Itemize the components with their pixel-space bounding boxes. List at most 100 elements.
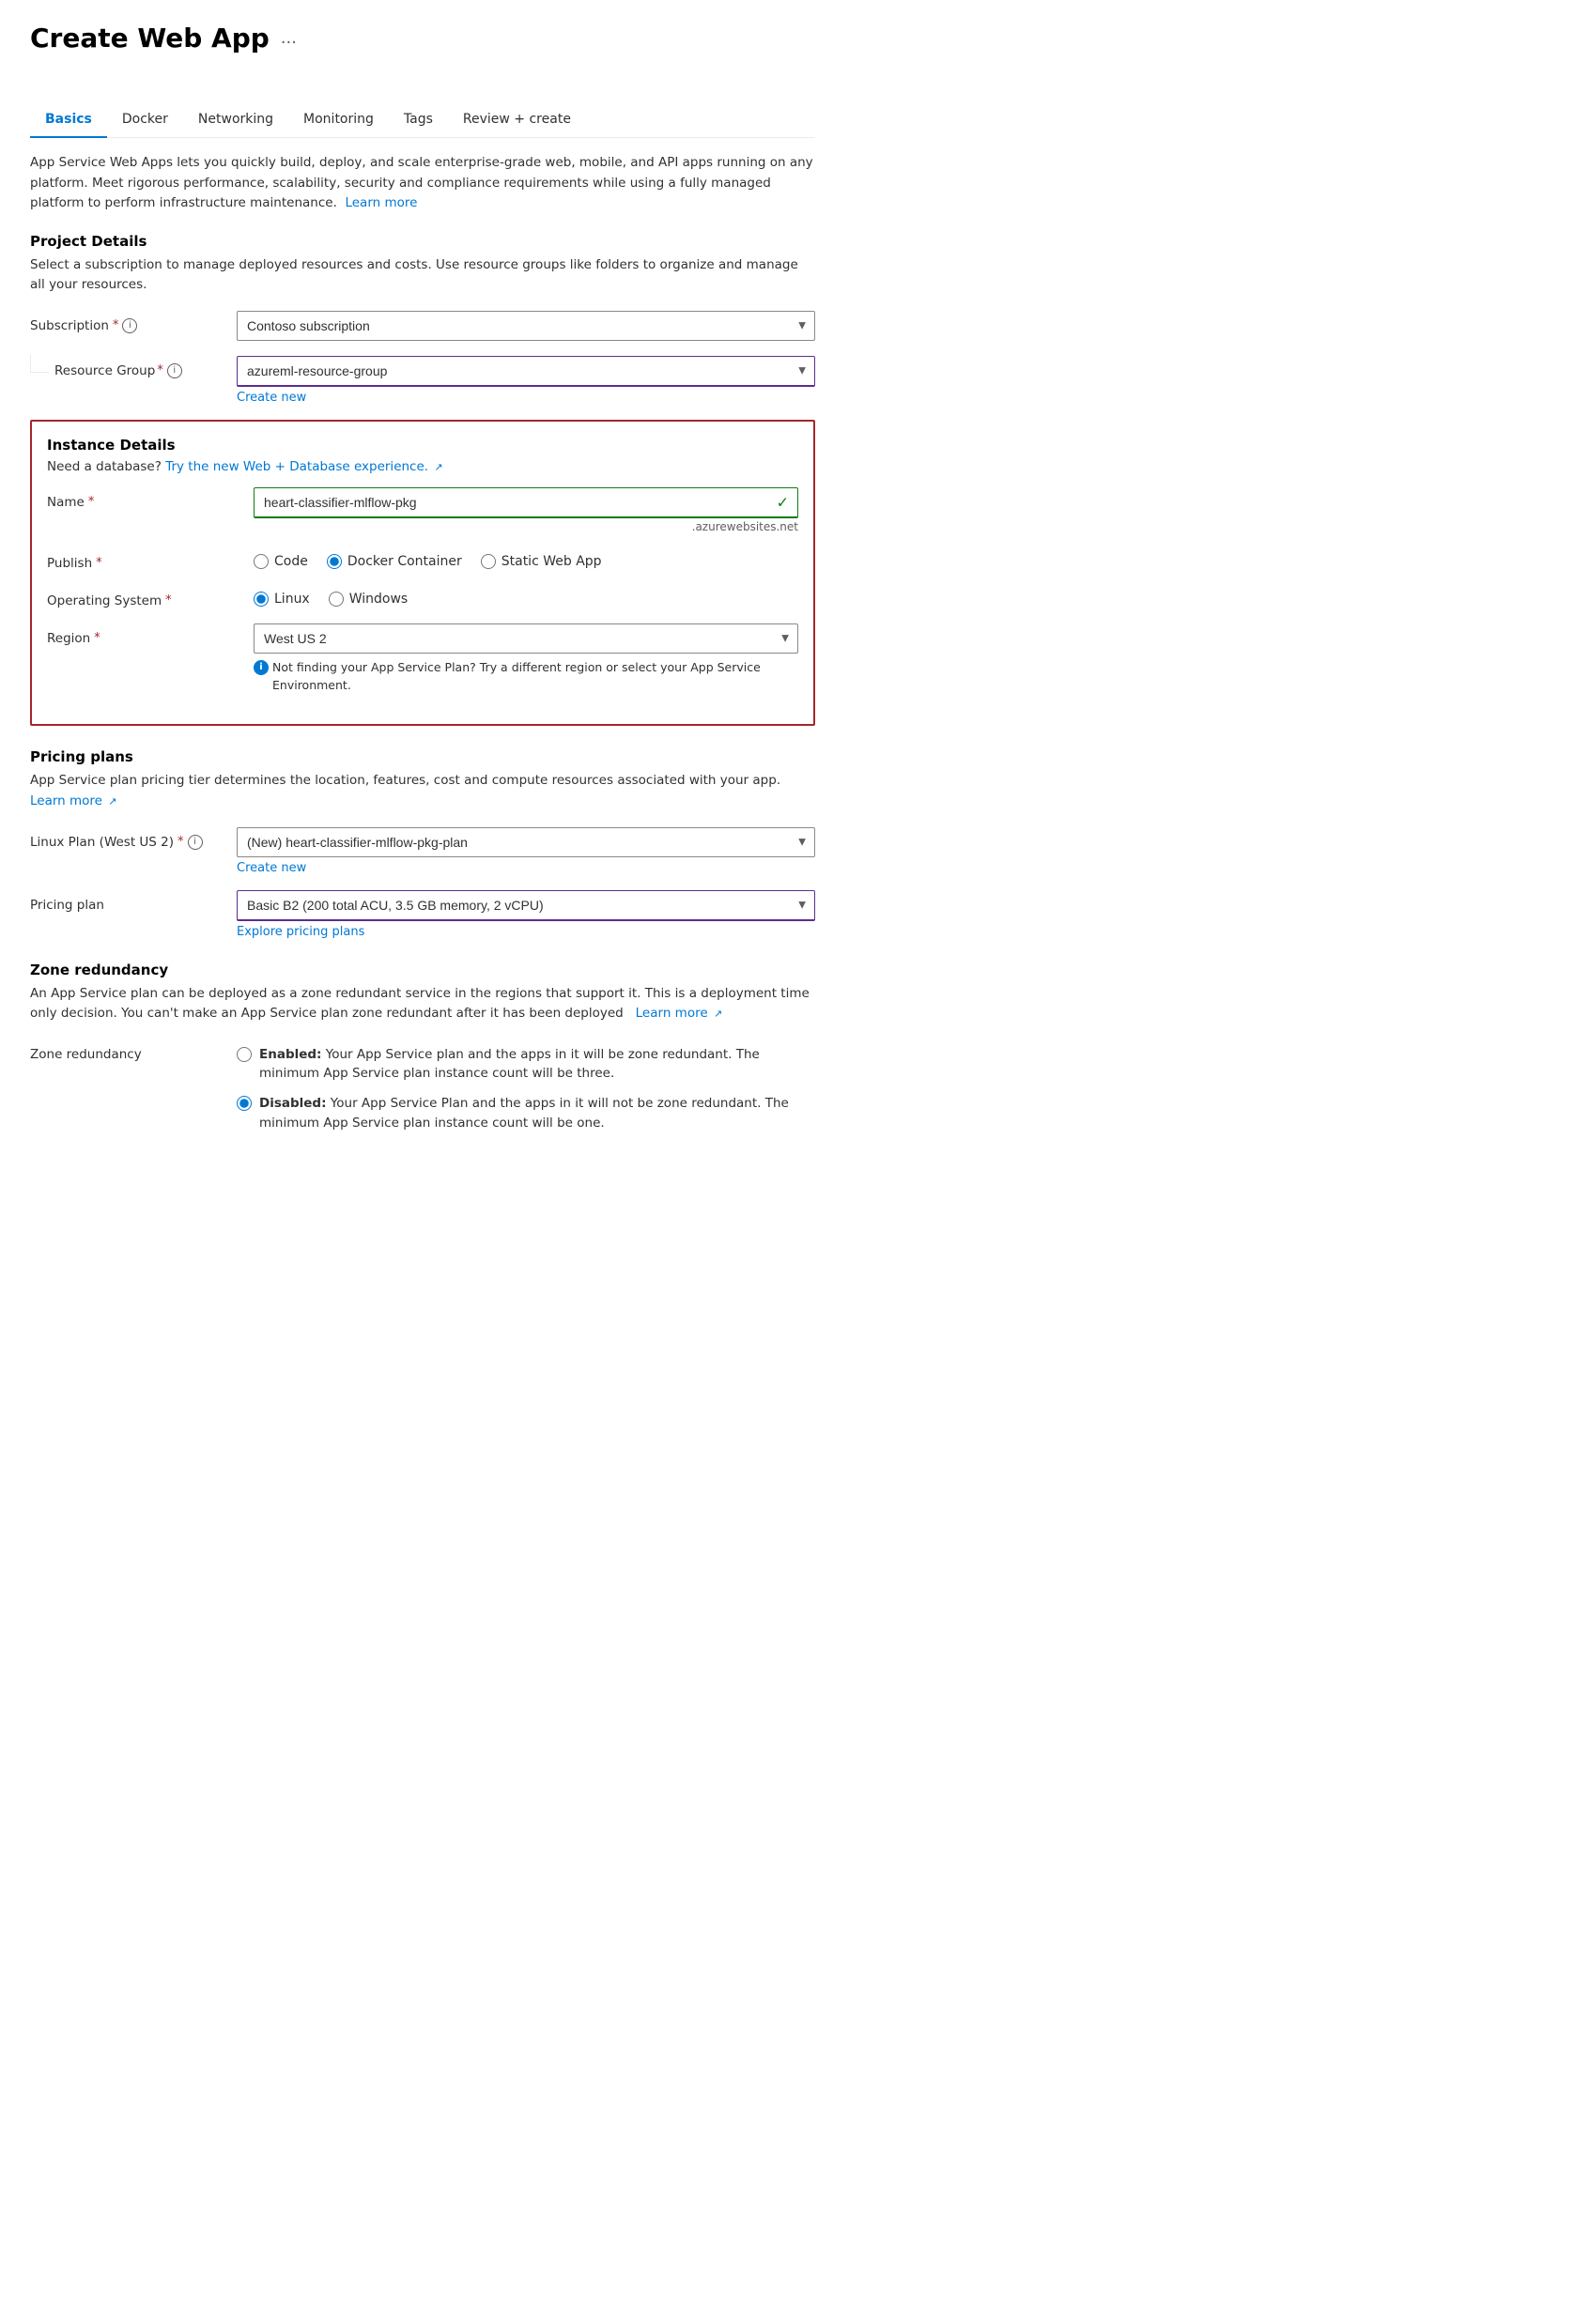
page-description: App Service Web Apps lets you quickly bu… xyxy=(30,153,815,214)
resource-group-label: Resource Group * i xyxy=(30,356,237,378)
explore-pricing-link[interactable]: Explore pricing plans xyxy=(237,925,364,939)
publish-static-radio[interactable] xyxy=(481,554,496,569)
resource-group-row: Resource Group * i azureml-resource-grou… xyxy=(30,356,815,405)
tab-docker[interactable]: Docker xyxy=(107,102,183,138)
publish-row: Publish * Code Docker Container Static W… xyxy=(47,548,798,571)
zone-disabled-radio[interactable] xyxy=(237,1096,252,1111)
zone-learn-more[interactable]: Learn more ↗ xyxy=(631,1006,722,1021)
resource-group-required: * xyxy=(157,363,163,377)
os-row: Operating System * Linux Windows xyxy=(47,586,798,608)
os-required: * xyxy=(165,593,172,608)
publish-required: * xyxy=(96,556,102,570)
publish-radio-group: Code Docker Container Static Web App xyxy=(254,548,798,569)
zone-disabled-text: Disabled: Your App Service Plan and the … xyxy=(259,1094,815,1132)
subscription-control: Contoso subscription ▼ xyxy=(237,311,815,341)
resource-group-select[interactable]: azureml-resource-group xyxy=(237,356,815,387)
publish-static-option[interactable]: Static Web App xyxy=(481,554,602,569)
os-windows-option[interactable]: Windows xyxy=(329,592,409,607)
linux-plan-select[interactable]: (New) heart-classifier-mlflow-pkg-plan xyxy=(237,827,815,857)
region-control: West US 2 ▼ i Not finding your App Servi… xyxy=(254,623,798,695)
tab-tags[interactable]: Tags xyxy=(389,102,448,138)
project-details-desc: Select a subscription to manage deployed… xyxy=(30,255,815,296)
db-experience-link[interactable]: Try the new Web + Database experience. ↗ xyxy=(165,459,442,474)
region-label: Region * xyxy=(47,623,254,646)
pricing-plan-control: Basic B2 (200 total ACU, 3.5 GB memory, … xyxy=(237,890,815,939)
zone-radio-group: Enabled: Your App Service plan and the a… xyxy=(237,1039,815,1132)
resource-group-select-wrapper: azureml-resource-group ▼ xyxy=(237,356,815,387)
resource-group-control: azureml-resource-group ▼ Create new xyxy=(237,356,815,405)
tab-networking[interactable]: Networking xyxy=(183,102,288,138)
region-select[interactable]: West US 2 xyxy=(254,623,798,654)
zone-enabled-radio[interactable] xyxy=(237,1047,252,1062)
subscription-row: Subscription * i Contoso subscription ▼ xyxy=(30,311,815,341)
page-title: Create Web App ... xyxy=(30,23,297,54)
zone-redundancy-control: Enabled: Your App Service plan and the a… xyxy=(237,1039,815,1132)
region-info-text: i Not finding your App Service Plan? Try… xyxy=(254,659,798,695)
project-details-section: Project Details Select a subscription to… xyxy=(30,233,815,405)
zone-redundancy-title: Zone redundancy xyxy=(30,962,815,978)
azure-suffix: .azurewebsites.net xyxy=(254,520,798,533)
name-field-wrapper: ✓ xyxy=(254,487,798,518)
pricing-plan-label: Pricing plan xyxy=(30,890,237,913)
project-details-title: Project Details xyxy=(30,233,815,250)
tab-monitoring[interactable]: Monitoring xyxy=(288,102,389,138)
subscription-select-wrapper: Contoso subscription ▼ xyxy=(237,311,815,341)
pricing-plan-select-wrapper: Basic B2 (200 total ACU, 3.5 GB memory, … xyxy=(237,890,815,921)
name-label: Name * xyxy=(47,487,254,510)
zone-redundancy-desc: An App Service plan can be deployed as a… xyxy=(30,984,815,1024)
publish-code-radio[interactable] xyxy=(254,554,269,569)
pricing-plans-title: Pricing plans xyxy=(30,748,815,765)
linux-plan-required: * xyxy=(177,835,184,849)
linux-plan-row: Linux Plan (West US 2) * i (New) heart-c… xyxy=(30,827,815,875)
os-linux-option[interactable]: Linux xyxy=(254,592,310,607)
region-select-wrapper: West US 2 ▼ xyxy=(254,623,798,654)
name-input[interactable] xyxy=(254,487,798,518)
zone-redundancy-row: Zone redundancy Enabled: Your App Servic… xyxy=(30,1039,815,1132)
pricing-learn-more[interactable]: Learn more ↗ xyxy=(30,793,117,808)
instance-details-section: Instance Details Need a database? Try th… xyxy=(30,420,815,727)
zone-disabled-option: Disabled: Your App Service Plan and the … xyxy=(237,1094,815,1132)
tab-review-create[interactable]: Review + create xyxy=(448,102,586,138)
zone-enabled-text: Enabled: Your App Service plan and the a… xyxy=(259,1045,815,1084)
subscription-required: * xyxy=(113,318,119,332)
zone-redundancy-label: Zone redundancy xyxy=(30,1039,237,1062)
zone-external-icon: ↗ xyxy=(714,1008,722,1020)
region-required: * xyxy=(94,631,100,645)
region-info-icon: i xyxy=(254,660,269,675)
pricing-plans-desc: App Service plan pricing tier determines… xyxy=(30,771,815,811)
name-row: Name * ✓ .azurewebsites.net xyxy=(47,487,798,533)
tab-bar: Basics Docker Networking Monitoring Tags… xyxy=(30,102,815,138)
publish-label: Publish * xyxy=(47,548,254,571)
name-required: * xyxy=(88,495,95,509)
pricing-external-icon: ↗ xyxy=(108,795,116,808)
pricing-plans-section: Pricing plans App Service plan pricing t… xyxy=(30,748,815,938)
pricing-plan-select[interactable]: Basic B2 (200 total ACU, 3.5 GB memory, … xyxy=(237,890,815,921)
os-windows-radio[interactable] xyxy=(329,592,344,607)
linux-plan-select-wrapper: (New) heart-classifier-mlflow-pkg-plan ▼ xyxy=(237,827,815,857)
subscription-label: Subscription * i xyxy=(30,311,237,333)
learn-more-link[interactable]: Learn more xyxy=(345,195,417,210)
linux-plan-label: Linux Plan (West US 2) * i xyxy=(30,827,237,850)
zone-enabled-option: Enabled: Your App Service plan and the a… xyxy=(237,1045,815,1084)
subscription-info-icon[interactable]: i xyxy=(122,318,137,333)
linux-plan-create-new[interactable]: Create new xyxy=(237,861,306,875)
os-radio-group: Linux Windows xyxy=(254,586,798,607)
linux-plan-info-icon[interactable]: i xyxy=(188,835,203,850)
linux-plan-control: (New) heart-classifier-mlflow-pkg-plan ▼… xyxy=(237,827,815,875)
db-link-row: Need a database? Try the new Web + Datab… xyxy=(47,459,798,474)
publish-code-option[interactable]: Code xyxy=(254,554,308,569)
publish-docker-radio[interactable] xyxy=(327,554,342,569)
os-label: Operating System * xyxy=(47,586,254,608)
publish-docker-option[interactable]: Docker Container xyxy=(327,554,462,569)
name-valid-icon: ✓ xyxy=(777,494,789,512)
external-link-icon: ↗ xyxy=(434,461,442,473)
tab-basics[interactable]: Basics xyxy=(30,102,107,138)
resource-group-create-new[interactable]: Create new xyxy=(237,391,306,405)
instance-details-title: Instance Details xyxy=(47,437,798,454)
pricing-plan-row: Pricing plan Basic B2 (200 total ACU, 3.… xyxy=(30,890,815,939)
zone-redundancy-section: Zone redundancy An App Service plan can … xyxy=(30,962,815,1132)
os-linux-radio[interactable] xyxy=(254,592,269,607)
publish-control: Code Docker Container Static Web App xyxy=(254,548,798,569)
subscription-select[interactable]: Contoso subscription xyxy=(237,311,815,341)
resource-group-info-icon[interactable]: i xyxy=(167,363,182,378)
